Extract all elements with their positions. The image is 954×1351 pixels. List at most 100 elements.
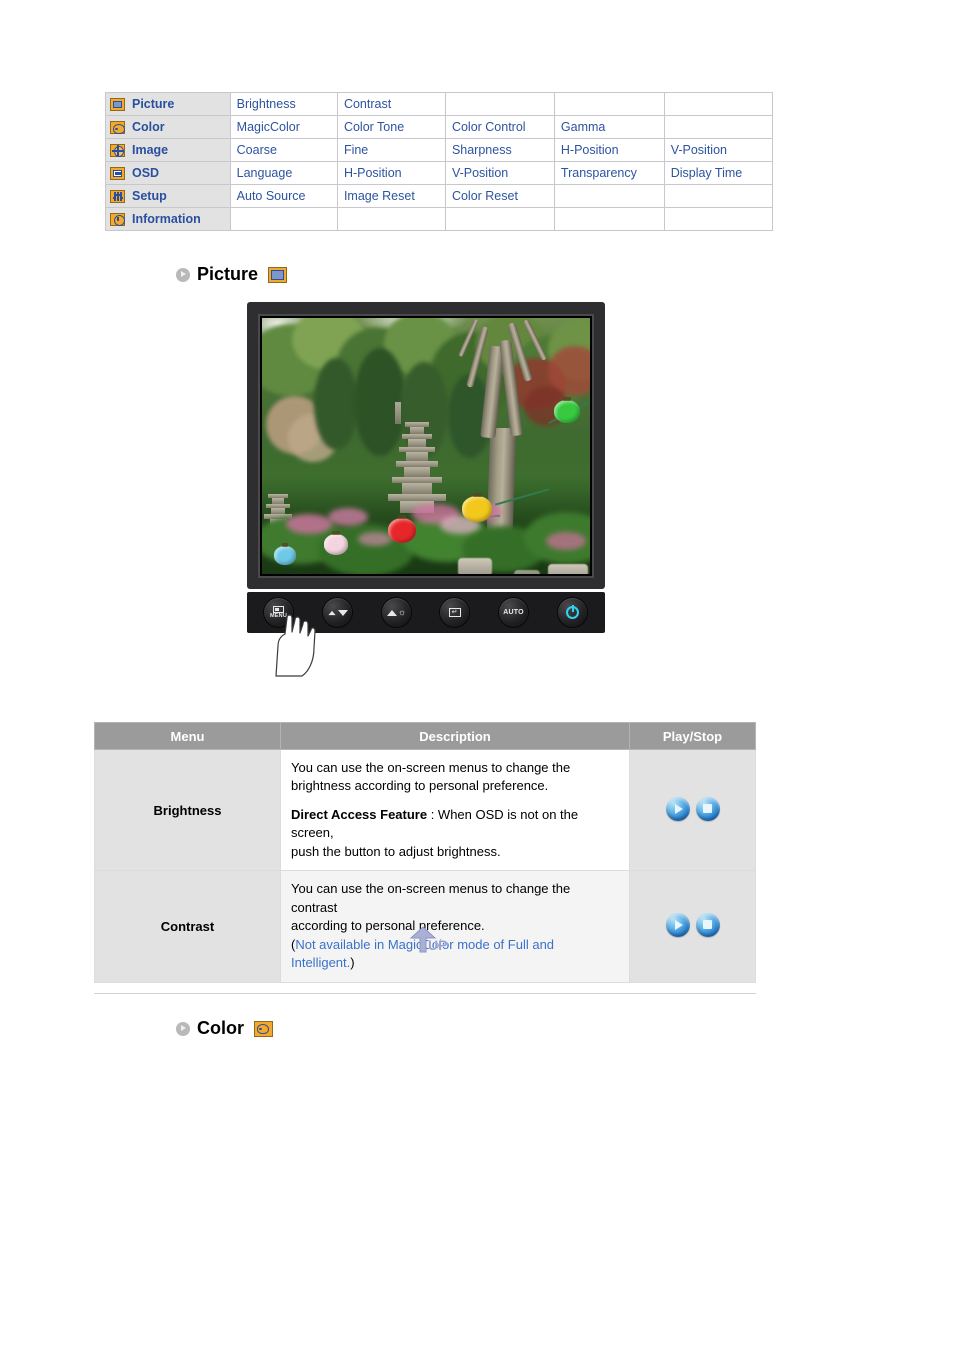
down-button[interactable] [323, 598, 352, 627]
row-description-contrast: You can use the on-screen menus to chang… [280, 870, 630, 983]
lantern-blue [274, 543, 296, 565]
direct-access-label: Direct Access Feature [291, 806, 428, 822]
table-row: Setup Auto Source Image Reset Color Rese… [105, 184, 774, 208]
auto-button-label: AUTO [503, 609, 524, 616]
color-icon [254, 1020, 273, 1037]
menu-item-empty [663, 115, 774, 139]
menu-item-sharpness[interactable]: Sharpness [444, 138, 555, 162]
table-row: OSD Language H-Position V-Position Trans… [105, 161, 774, 185]
picture-icon [268, 266, 288, 283]
menu-item-color-reset[interactable]: Color Reset [444, 184, 555, 208]
page-title: Picture [197, 264, 259, 284]
menu-item-empty [444, 207, 555, 231]
table-row: Information [105, 207, 774, 231]
bullet-arrow-icon [176, 267, 190, 282]
menu-item-auto-source[interactable]: Auto Source [229, 184, 338, 208]
pointing-hand-icon [275, 614, 316, 677]
desc-text-line: You can use the on-screen menus to chang… [291, 760, 571, 775]
table-row: Brightness You can use the on-screen men… [94, 748, 756, 872]
row-label-contrast: Contrast [94, 870, 281, 983]
enter-icon: ↵ [448, 608, 461, 617]
menu-category-label: Image [132, 143, 169, 157]
menu-item-empty [663, 184, 774, 208]
table-row: Picture Brightness Contrast [105, 92, 774, 116]
table-row: Color MagicColor Color Tone Color Contro… [105, 115, 774, 139]
menu-item-language[interactable]: Language [229, 161, 338, 185]
osd-menu-map-table: Picture Brightness Contrast Color MagicC… [105, 92, 774, 231]
power-button[interactable] [558, 598, 587, 627]
menu-item-display-time[interactable]: Display Time [663, 161, 774, 185]
lantern-pink [324, 531, 348, 555]
row-play-stop-contrast [629, 870, 756, 983]
table-header-row: Menu Description Play/Stop [94, 722, 756, 750]
desc-spacer [291, 796, 619, 806]
page-title: Color [197, 1018, 244, 1038]
menu-item-transparency[interactable]: Transparency [553, 161, 665, 185]
column-header-play-stop: Play/Stop [629, 722, 756, 750]
menu-item-empty [553, 207, 665, 231]
play-icon[interactable] [665, 796, 690, 821]
up-arrow-icon[interactable]: UP [406, 926, 451, 954]
stop-icon[interactable] [695, 796, 720, 821]
menu-item-empty [553, 92, 665, 116]
desc-text-line: according to personal preference. [291, 918, 485, 934]
desc-text-line: You can use the on-screen menus to chang… [291, 881, 571, 915]
bullet-arrow-icon [176, 1021, 190, 1036]
menu-item-color-control[interactable]: Color Control [444, 115, 555, 139]
up-brightness-button[interactable]: ☼ [382, 598, 411, 627]
desc-text-line: brightness according to personal prefere… [291, 778, 549, 794]
auto-button[interactable]: AUTO [499, 598, 528, 627]
menu-category-label: Setup [132, 189, 167, 203]
table-row: Image Coarse Fine Sharpness H-Position V… [105, 138, 774, 162]
menu-item-h-position[interactable]: H-Position [553, 138, 665, 162]
menu-item-empty [444, 92, 555, 116]
osd-icon [110, 166, 125, 180]
menu-item-h-position[interactable]: H-Position [336, 161, 446, 185]
row-play-stop-brightness [629, 748, 756, 872]
menu-item-v-position[interactable]: V-Position [663, 138, 774, 162]
menu-item-v-position[interactable]: V-Position [444, 161, 555, 185]
menu-category-setup[interactable]: Setup [105, 184, 231, 208]
picture-icon [110, 97, 125, 111]
menu-category-picture[interactable]: Picture [105, 92, 231, 116]
menu-category-information[interactable]: Information [105, 207, 231, 231]
monitor-illustration [247, 302, 605, 589]
section-divider [94, 993, 756, 994]
column-header-description: Description [280, 722, 630, 750]
menu-category-image[interactable]: Image [105, 138, 231, 162]
column-header-menu: Menu [94, 722, 281, 750]
menu-item-fine[interactable]: Fine [336, 138, 446, 162]
power-icon [566, 605, 579, 619]
desc-text-line: (Not available in MagicColor mode of Ful… [291, 936, 619, 973]
stop-icon[interactable] [695, 912, 720, 937]
up-arrow-icon [386, 609, 397, 616]
menu-item-empty [336, 207, 446, 231]
lantern-red [388, 515, 416, 543]
information-icon [110, 212, 125, 226]
menu-category-color[interactable]: Color [105, 115, 231, 139]
setup-icon [110, 189, 125, 203]
lantern-yellow [462, 493, 492, 522]
menu-category-label: Information [132, 212, 201, 226]
menu-item-gamma[interactable]: Gamma [553, 115, 665, 139]
color-icon [110, 120, 125, 134]
section-heading-color: Color [176, 1018, 273, 1039]
menu-item-color-tone[interactable]: Color Tone [336, 115, 446, 139]
menu-item-empty [229, 207, 338, 231]
menu-category-label: Picture [132, 97, 175, 111]
menu-item-image-reset[interactable]: Image Reset [336, 184, 446, 208]
screen-photo-garden [262, 318, 590, 574]
menu-item-coarse[interactable]: Coarse [229, 138, 338, 162]
menu-item-magiccolor[interactable]: MagicColor [229, 115, 338, 139]
image-icon [110, 143, 125, 157]
play-icon[interactable] [665, 912, 690, 937]
row-label-brightness: Brightness [94, 748, 281, 872]
section-heading-picture: Picture [176, 264, 288, 285]
menu-item-brightness[interactable]: Brightness [229, 92, 338, 116]
menu-category-osd[interactable]: OSD [105, 161, 231, 185]
monitor-bezel [258, 314, 594, 578]
enter-button[interactable]: ↵ [440, 598, 469, 627]
down-arrow-icon [338, 609, 348, 616]
brightness-icon: ☼ [397, 607, 407, 617]
menu-item-contrast[interactable]: Contrast [336, 92, 446, 116]
